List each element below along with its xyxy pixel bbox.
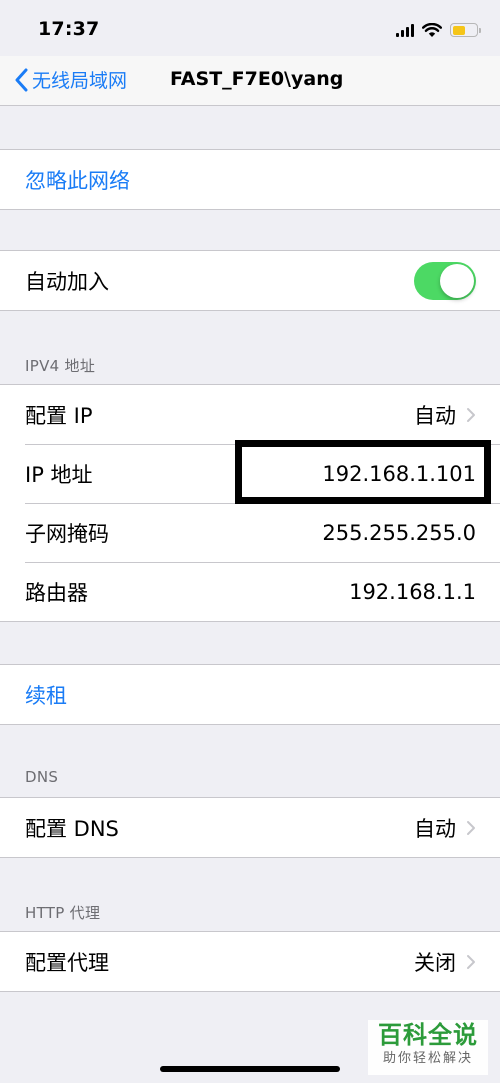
forget-network-group: 忽略此网络 (0, 149, 500, 210)
chevron-right-icon (467, 407, 475, 422)
configure-dns-value: 自动 (414, 816, 456, 841)
subnet-mask-label: 子网掩码 (25, 521, 109, 546)
forget-network-button[interactable]: 忽略此网络 (0, 150, 500, 209)
forget-network-label: 忽略此网络 (25, 168, 130, 193)
subnet-mask-row: 子网掩码 255.255.255.0 (0, 503, 500, 562)
configure-ip-value: 自动 (414, 403, 456, 428)
configure-ip-value-wrap: 自动 (414, 400, 476, 430)
dns-section-header: DNS (25, 768, 59, 786)
configure-proxy-row[interactable]: 配置代理 关闭 (0, 932, 500, 991)
dns-group: 配置 DNS 自动 (0, 797, 500, 858)
ipv4-section-header: IPV4 地址 (25, 357, 96, 375)
status-bar: 17:37 (0, 0, 500, 60)
configure-proxy-label: 配置代理 (25, 950, 109, 975)
cellular-signal-icon (396, 23, 414, 37)
http-proxy-group: 配置代理 关闭 (0, 931, 500, 992)
status-icons (396, 20, 481, 40)
router-label: 路由器 (25, 580, 88, 605)
configure-proxy-value-wrap: 关闭 (414, 947, 476, 977)
subnet-mask-value: 255.255.255.0 (322, 520, 476, 545)
chevron-left-icon (15, 68, 28, 91)
http-proxy-section-header: HTTP 代理 (25, 904, 101, 922)
wifi-icon (422, 22, 442, 37)
watermark-main-text: 百科全说 (378, 1021, 478, 1049)
auto-join-toggle[interactable] (414, 261, 476, 300)
configure-ip-row[interactable]: 配置 IP 自动 (0, 385, 500, 444)
back-button-label: 无线局域网 (32, 70, 128, 92)
auto-join-group: 自动加入 (0, 250, 500, 311)
configure-proxy-value: 关闭 (414, 950, 456, 975)
home-indicator[interactable] (160, 1066, 340, 1072)
configure-dns-label: 配置 DNS (25, 816, 119, 841)
navigation-bar: 无线局域网 FAST_F7E0\yang (0, 56, 500, 106)
auto-join-label: 自动加入 (25, 269, 109, 294)
router-value: 192.168.1.1 (349, 579, 476, 604)
router-row: 路由器 192.168.1.1 (0, 562, 500, 621)
configure-dns-row[interactable]: 配置 DNS 自动 (0, 798, 500, 857)
configure-dns-value-wrap: 自动 (414, 813, 476, 843)
ip-address-label: IP 地址 (25, 462, 93, 487)
ip-address-value: 192.168.1.101 (322, 461, 476, 486)
renew-lease-group: 续租 (0, 664, 500, 725)
wifi-network-detail-screen: 17:37 无线局域网 FAST_F7E0\yang 忽略此网络 自动加入 IP… (0, 0, 500, 1083)
ipv4-group: 配置 IP 自动 IP 地址 192.168.1.101 子网掩码 255.25… (0, 384, 500, 622)
chevron-right-icon (467, 820, 475, 835)
renew-lease-label: 续租 (25, 683, 67, 708)
battery-icon (450, 23, 481, 37)
status-time: 17:37 (38, 18, 100, 40)
back-button[interactable]: 无线局域网 (14, 66, 127, 93)
watermark-logo: 百科全说 助你轻松解决 (368, 1020, 488, 1075)
chevron-right-icon (467, 954, 475, 969)
auto-join-row: 自动加入 (0, 251, 500, 310)
renew-lease-button[interactable]: 续租 (0, 665, 500, 724)
page-title: FAST_F7E0\yang (170, 68, 344, 90)
configure-ip-label: 配置 IP (25, 403, 93, 428)
watermark-sub-text: 助你轻松解决 (382, 1051, 473, 1066)
ip-address-row: IP 地址 192.168.1.101 (0, 444, 500, 503)
toggle-knob (440, 263, 474, 298)
